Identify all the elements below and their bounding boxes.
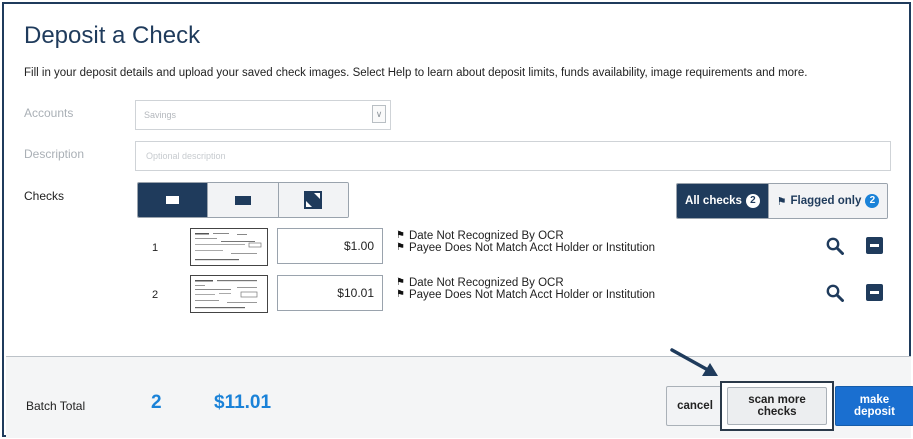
all-checks-button[interactable]: All checks 2 — [677, 184, 768, 218]
check-messages: ⚑ Date Not Recognized By OCR ⚑ Payee Doe… — [396, 230, 655, 254]
checks-label: Checks — [24, 189, 65, 203]
check-row: 1 ⚑ Date Not Recognized By OCR — [4, 228, 913, 268]
flag-icon: ⚑ — [396, 230, 405, 241]
description-field[interactable] — [135, 141, 891, 171]
check-filter-group: All checks 2 ⚑ Flagged only 2 — [676, 183, 888, 219]
check-message-text: Payee Does Not Match Acct Holder or Inst… — [408, 242, 656, 254]
check-amount-field[interactable] — [277, 275, 383, 311]
check-message-text: Date Not Recognized By OCR — [408, 277, 564, 289]
view-small-button[interactable] — [138, 183, 209, 217]
flagged-count-badge: 2 — [865, 194, 880, 208]
view-expand-button[interactable] — [278, 183, 348, 217]
remove-icon[interactable] — [866, 284, 883, 301]
cancel-button[interactable]: cancel — [666, 386, 724, 426]
check-message: ⚑ Payee Does Not Match Acct Holder or In… — [396, 242, 655, 254]
batch-footer: Batch Total 2 $11.01 cancel scan more ch… — [6, 356, 913, 438]
view-large-button[interactable] — [208, 183, 279, 217]
intro-text: Fill in your deposit details and upload … — [24, 67, 808, 79]
check-message: ⚑ Date Not Recognized By OCR — [396, 277, 655, 289]
flag-icon: ⚑ — [396, 289, 405, 300]
check-amount-field[interactable] — [277, 228, 383, 264]
large-view-icon — [234, 195, 251, 205]
batch-count: 2 — [151, 392, 162, 413]
flag-icon: ⚑ — [776, 195, 787, 208]
scan-more-checks-button[interactable]: scan more checks — [727, 387, 827, 425]
chevron-down-icon[interactable]: ∨ — [372, 105, 386, 123]
check-message-text: Date Not Recognized By OCR — [408, 230, 564, 242]
check-number: 1 — [152, 242, 159, 254]
check-row: 2 ⚑ Date Not Recognized By OCR — [4, 275, 913, 315]
check-thumbnail[interactable] — [190, 275, 268, 313]
accounts-select-value: Savings — [144, 110, 177, 120]
expand-icon — [304, 191, 323, 209]
search-icon[interactable] — [826, 284, 844, 302]
check-number: 2 — [152, 289, 159, 301]
check-message-text: Payee Does Not Match Acct Holder or Inst… — [408, 289, 656, 301]
description-input[interactable] — [136, 142, 890, 170]
small-view-icon — [166, 196, 180, 204]
check-amount-input[interactable] — [278, 276, 382, 310]
accounts-select[interactable]: Savings ∨ — [135, 100, 391, 130]
check-message: ⚑ Payee Does Not Match Acct Holder or In… — [396, 289, 655, 301]
check-message: ⚑ Date Not Recognized By OCR — [396, 230, 655, 242]
view-toggle-group — [137, 182, 349, 218]
batch-total-label: Batch Total — [26, 399, 86, 413]
batch-total-amount: $11.01 — [214, 392, 272, 413]
check-amount-input[interactable] — [278, 229, 382, 263]
flagged-only-button[interactable]: ⚑ Flagged only 2 — [768, 184, 887, 218]
check-thumbnail[interactable] — [190, 228, 268, 266]
make-deposit-button[interactable]: make deposit — [835, 386, 913, 426]
all-checks-count-badge: 2 — [745, 194, 760, 208]
remove-icon[interactable] — [866, 237, 883, 254]
all-checks-label: All checks — [685, 195, 742, 207]
description-label: Description — [24, 147, 85, 161]
page-title: Deposit a Check — [24, 22, 201, 49]
check-messages: ⚑ Date Not Recognized By OCR ⚑ Payee Doe… — [396, 277, 655, 301]
accounts-label: Accounts — [24, 106, 74, 120]
annotation-arrow-icon — [670, 348, 718, 376]
flag-icon: ⚑ — [396, 277, 405, 288]
flagged-only-label: Flagged only — [790, 195, 862, 207]
deposit-panel: Deposit a Check Fill in your deposit det… — [2, 2, 913, 438]
flag-icon: ⚑ — [396, 242, 405, 253]
scan-button-highlight: scan more checks — [720, 381, 834, 431]
search-icon[interactable] — [826, 237, 844, 255]
